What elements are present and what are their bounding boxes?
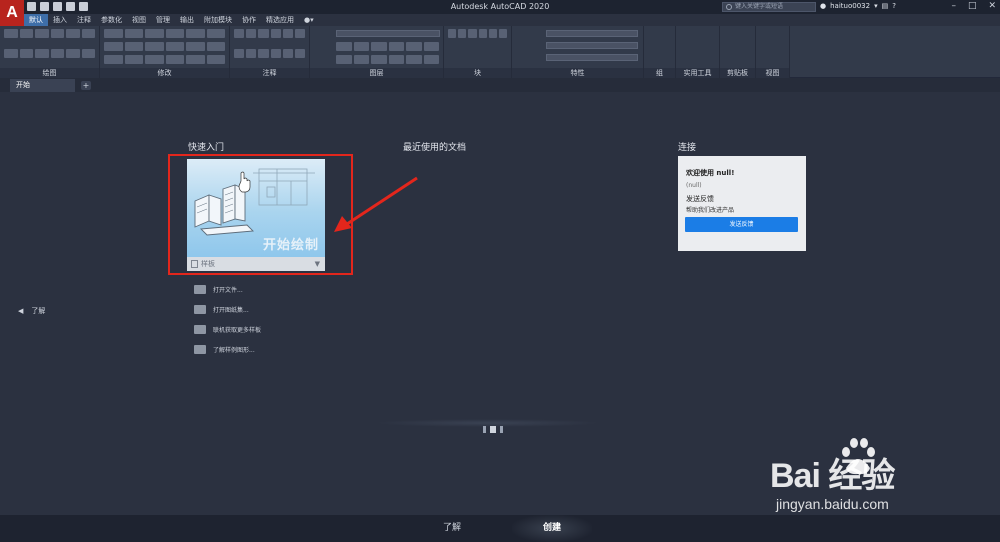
user-area[interactable]: ● haituo0032 ▾ ▤ ? [820, 2, 896, 10]
feedback-description: 帮助我们改进产品 [686, 207, 735, 214]
get-more-templates-link[interactable]: 联机获取更多样板 [194, 319, 261, 339]
autocad-window: Autodesk AutoCAD 2020 键入关键字或短语 ● haituo0… [0, 0, 1000, 542]
bottom-tab-bar: 了解 创建 [0, 515, 1000, 542]
panel-label[interactable]: 注释 [230, 68, 309, 78]
color-dropdown[interactable] [546, 30, 638, 37]
panel-label[interactable]: 块 [444, 68, 511, 78]
action-label: 了解样例图形... [213, 346, 255, 354]
panel-annotation: 注释 [230, 26, 310, 78]
recent-documents-heading: 最近使用的文档 [403, 143, 467, 153]
page-dot[interactable] [500, 426, 503, 433]
minimize-icon[interactable]: – [951, 1, 956, 11]
page-dot[interactable] [483, 426, 486, 433]
cart-icon[interactable]: ▤ [882, 2, 889, 10]
panel-label[interactable]: 绘图 [0, 68, 99, 78]
panel-label[interactable]: 剪贴板 [720, 68, 755, 78]
close-icon[interactable]: ✕ [988, 1, 996, 11]
page-indicator[interactable] [483, 426, 503, 433]
page-dot-current[interactable] [490, 426, 496, 433]
annotation-tools[interactable] [234, 29, 305, 65]
chevron-left-icon: ◀ [18, 307, 24, 315]
action-label: 打开文件... [213, 286, 243, 294]
tab-create[interactable]: 创建 [512, 515, 592, 542]
layer-tools[interactable] [336, 42, 439, 64]
draw-tools[interactable] [4, 29, 95, 65]
online-templates-icon [194, 324, 206, 334]
ribbon-tab[interactable]: 输出 [175, 14, 199, 26]
learn-side-label: 了解 [31, 307, 46, 315]
ribbon-tab[interactable]: 管理 [151, 14, 175, 26]
view-options-icon[interactable]: ●▾ [299, 14, 319, 26]
panel-label[interactable]: 视图 [756, 68, 789, 78]
panel-modify: 修改 [100, 26, 230, 78]
panel-layers: 图层 [310, 26, 444, 78]
sample-drawing-icon [194, 344, 206, 354]
chevron-down-icon: ▾ [874, 2, 878, 10]
explore-sample-drawings-link[interactable]: 了解样例图形... [194, 339, 261, 359]
panel-clipboard: 剪贴板 [720, 26, 756, 78]
ribbon-tab[interactable]: 参数化 [96, 14, 127, 26]
block-tools[interactable] [448, 29, 507, 65]
ribbon-tab[interactable]: 默认 [24, 14, 48, 26]
ribbon-tab-bar: 默认 插入 注释 参数化 视图 管理 输出 附加模块 协作 精选应用 ●▾ [24, 14, 319, 26]
action-label: 联机获取更多样板 [213, 326, 262, 334]
panel-label[interactable]: 修改 [100, 68, 229, 78]
null-text: (null) [686, 182, 702, 189]
user-icon: ● [820, 2, 827, 10]
panel-properties: 特性 [512, 26, 644, 78]
panel-label[interactable]: 特性 [512, 68, 643, 78]
panel-block: 块 [444, 26, 512, 78]
help-icon[interactable]: ? [892, 2, 896, 10]
modify-tools[interactable] [104, 29, 225, 65]
new-tab-button[interactable]: + [81, 81, 91, 90]
quick-start-actions: 打开文件... 打开图纸集... 联机获取更多样板 了解样例图形... [194, 279, 261, 359]
folder-icon [194, 284, 206, 294]
layer-dropdown[interactable] [336, 30, 440, 37]
panel-label[interactable]: 组 [644, 68, 675, 78]
maximize-icon[interactable]: □ [968, 1, 977, 11]
open-sheet-set-link[interactable]: 打开图纸集... [194, 299, 261, 319]
ribbon-tab[interactable]: 精选应用 [261, 14, 299, 26]
panel-groups: 组 [644, 26, 676, 78]
panel-label[interactable]: 实用工具 [676, 68, 719, 78]
ribbon-tab[interactable]: 视图 [127, 14, 151, 26]
panel-label[interactable]: 图层 [310, 68, 443, 78]
panel-draw: 绘图 [0, 26, 100, 78]
ribbon-tab[interactable]: 插入 [48, 14, 72, 26]
window-controls: – □ ✕ [951, 1, 996, 11]
tab-learn[interactable]: 了解 [412, 515, 492, 542]
learn-side-link[interactable]: ◀ 了解 [18, 306, 45, 316]
panel-utilities: 实用工具 [676, 26, 720, 78]
connect-panel: 欢迎使用 null! (null) 发送反馈 帮助我们改进产品 发送反馈 [678, 156, 806, 251]
linetype-dropdown[interactable] [546, 42, 638, 49]
ribbon-tab[interactable]: 附加模块 [199, 14, 237, 26]
panel-view: 视图 [756, 26, 790, 78]
search-input[interactable]: 键入关键字或短语 [722, 2, 816, 12]
username[interactable]: haituo0032 [830, 2, 870, 10]
application-menu-button[interactable]: A [0, 0, 24, 26]
tab-start[interactable]: 开始 [10, 79, 75, 92]
action-label: 打开图纸集... [213, 306, 249, 314]
sheet-set-icon [194, 304, 206, 314]
document-tab-bar: 开始 + [0, 78, 1000, 92]
open-files-link[interactable]: 打开文件... [194, 279, 261, 299]
ribbon-tab[interactable]: 协作 [237, 14, 261, 26]
send-feedback-button[interactable]: 发送反馈 [685, 217, 798, 232]
annotation-arrow-icon [334, 176, 418, 232]
title-bar: Autodesk AutoCAD 2020 键入关键字或短语 ● haituo0… [0, 0, 1000, 14]
feedback-title: 发送反馈 [686, 195, 714, 203]
ribbon-panel: 绘图 修改 注释 图层 块 特性 组 实用工具 剪贴板 视图 [0, 26, 1000, 78]
lineweight-dropdown[interactable] [546, 54, 638, 61]
highlight-box [168, 154, 353, 275]
quick-start-heading: 快速入门 [188, 143, 225, 153]
ribbon-tab[interactable]: 注释 [72, 14, 96, 26]
start-page: 快速入门 最近使用的文档 连接 ◀ 了解 开始绘制 样板 ▼ 打开文件... 打… [0, 92, 1000, 515]
welcome-text: 欢迎使用 null! [686, 169, 735, 177]
connect-heading: 连接 [678, 143, 697, 153]
